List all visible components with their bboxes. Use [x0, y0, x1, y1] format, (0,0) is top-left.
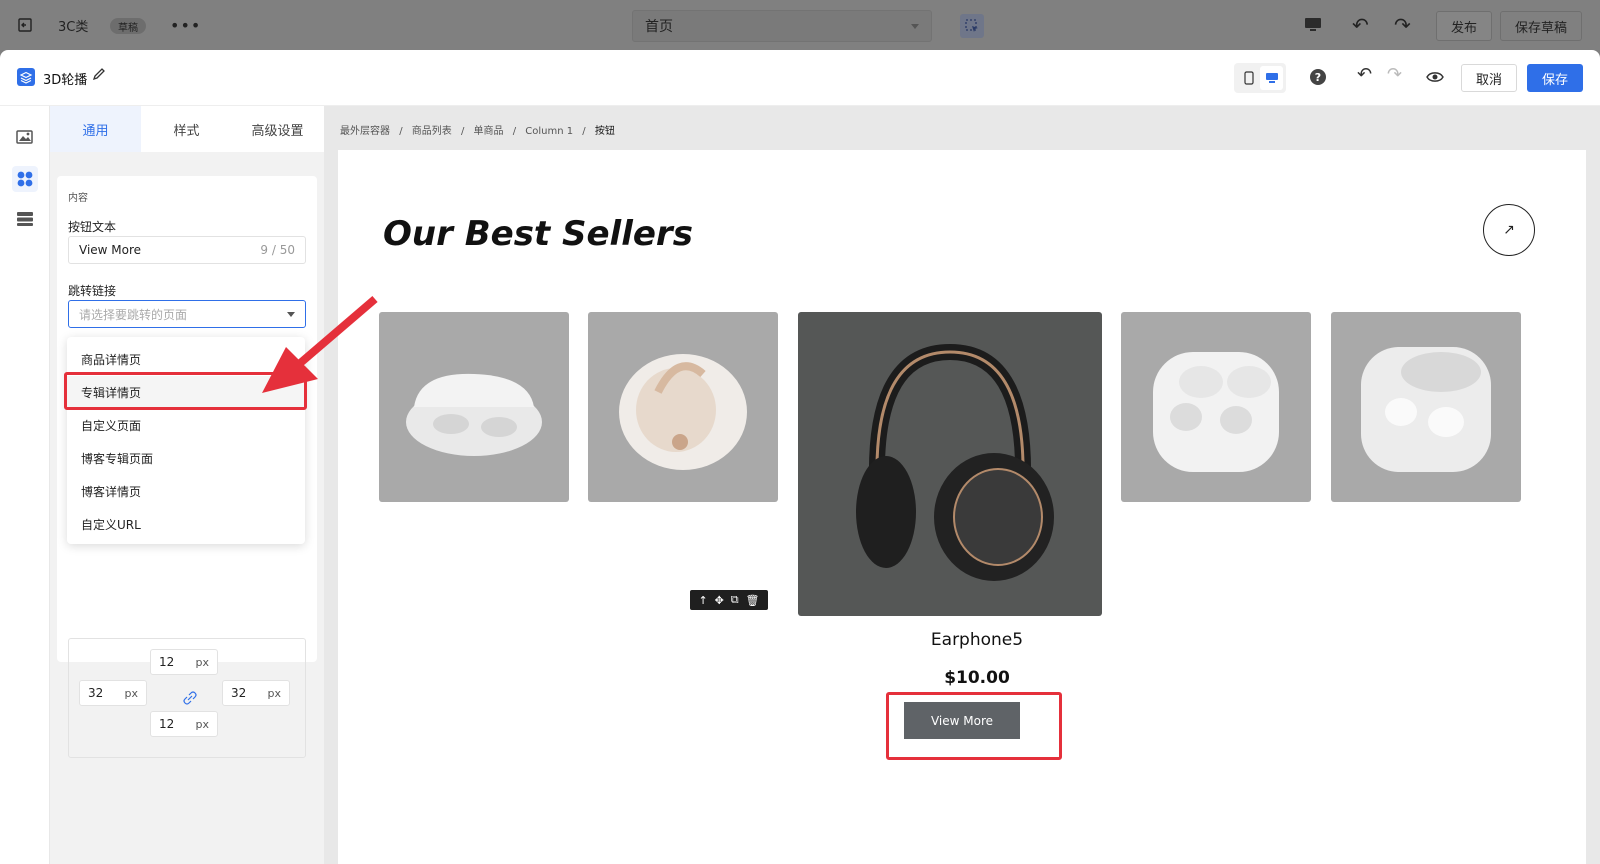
device-switch [1234, 63, 1286, 93]
edit-pencil-icon[interactable] [92, 67, 106, 83]
breadcrumb-item[interactable]: 最外层容器 [340, 126, 390, 137]
product-image[interactable] [588, 312, 778, 502]
element-toolbar: ↑ ✥ ⧉ 🗑 [690, 590, 768, 610]
preview-eye-icon[interactable] [1426, 70, 1444, 84]
draft-badge: 草稿 [110, 18, 146, 34]
chevron-down-icon [911, 23, 919, 29]
publish-button[interactable]: 发布 [1436, 11, 1493, 41]
tab-advanced[interactable]: 高级设置 [232, 106, 323, 152]
undo-icon[interactable]: ↶ [1352, 0, 1369, 50]
padding-right-value: 32 [231, 686, 247, 700]
char-count: 9 / 50 [260, 243, 295, 257]
save-draft-button[interactable]: 保存草稿 [1500, 11, 1583, 41]
project-name: 3C类 [58, 19, 89, 35]
dropdown-option-blog-detail[interactable]: 博客详情页 [67, 475, 305, 508]
redo-icon[interactable]: ↷ [1387, 64, 1402, 85]
layers-icon [17, 68, 35, 86]
padding-top-input[interactable]: 12 px [150, 649, 218, 675]
dropdown-option-blog-album[interactable]: 博客专辑页面 [67, 442, 305, 475]
link-label: 跳转链接 [68, 284, 117, 298]
padding-editor: 12 px 32 px 32 px 12 px [68, 638, 306, 758]
button-text-label: 按钮文本 [68, 220, 117, 234]
breadcrumb: 最外层容器 / 商品列表 / 单商品 / Column 1 / 按钮 [340, 122, 615, 137]
image-icon[interactable] [12, 124, 38, 150]
monitor-icon[interactable] [1304, 0, 1322, 50]
arrow-up-icon[interactable]: ↑ [698, 594, 707, 607]
breadcrumb-separator: / [460, 126, 465, 137]
desktop-view-icon[interactable] [1260, 66, 1283, 90]
product-image[interactable] [1121, 312, 1311, 502]
tab-style[interactable]: 样式 [141, 106, 232, 152]
padding-bottom-input[interactable]: 12 px [150, 711, 218, 737]
breadcrumb-item[interactable]: 商品列表 [412, 126, 452, 137]
product-price[interactable]: $10.00 [822, 668, 1132, 688]
dropdown-option-custom-page[interactable]: 自定义页面 [67, 409, 305, 442]
unit-label: px [195, 655, 210, 669]
component-title: 3D轮播 [43, 73, 88, 88]
product-image[interactable] [379, 312, 569, 502]
breadcrumb-item[interactable]: Column 1 [525, 126, 573, 137]
page-select-value: 首页 [645, 19, 673, 35]
product-title[interactable]: Earphone5 [822, 630, 1132, 650]
unit-label: px [195, 717, 210, 731]
copy-icon[interactable]: ⧉ [731, 593, 739, 607]
padding-bottom-value: 12 [159, 717, 175, 731]
breadcrumb-current: 按钮 [594, 126, 615, 137]
layers-list-icon[interactable] [12, 206, 38, 232]
exit-icon[interactable] [17, 0, 37, 50]
sidebar-rail [0, 106, 50, 864]
editor-header: 3D轮播 ? ↶ ↷ 取消 保存 [0, 50, 1600, 106]
product-image[interactable] [1331, 312, 1521, 502]
help-icon[interactable]: ? [1310, 69, 1326, 85]
product-image-featured[interactable] [798, 312, 1102, 616]
tab-general[interactable]: 通用 [50, 106, 141, 152]
red-arrow-annotation [262, 295, 378, 393]
page-select[interactable]: 首页 [632, 10, 932, 42]
select-element-icon[interactable] [960, 14, 984, 38]
unit-label: px [267, 686, 282, 700]
padding-left-input[interactable]: 32 px [79, 680, 147, 706]
padding-top-value: 12 [159, 655, 175, 669]
page-preview: Our Best Sellers ↗ ↑ ✥ ⧉ 🗑 Earphone5 $10… [338, 150, 1586, 864]
section-label: 内容 [68, 193, 88, 204]
cancel-button[interactable]: 取消 [1461, 64, 1517, 92]
breadcrumb-separator: / [512, 126, 517, 137]
undo-icon[interactable]: ↶ [1357, 64, 1372, 85]
redo-icon[interactable]: ↷ [1394, 0, 1411, 50]
more-menu-icon[interactable]: ••• [170, 0, 201, 50]
canvas-area: 最外层容器 / 商品列表 / 单商品 / Column 1 / 按钮 Our B… [324, 106, 1600, 864]
breadcrumb-separator: / [399, 126, 403, 137]
save-button[interactable]: 保存 [1527, 64, 1583, 92]
button-text-input[interactable]: View More 9 / 50 [68, 236, 306, 264]
section-heading[interactable]: Our Best Sellers [383, 214, 693, 254]
breadcrumb-separator: / [582, 126, 586, 137]
mobile-view-icon[interactable] [1237, 66, 1260, 90]
components-icon[interactable] [12, 166, 38, 192]
button-text-value: View More [79, 243, 142, 257]
padding-right-input[interactable]: 32 px [222, 680, 290, 706]
link-chain-icon[interactable] [183, 691, 197, 705]
trash-icon[interactable]: 🗑 [746, 594, 760, 607]
link-placeholder: 请选择要跳转的页面 [79, 307, 188, 322]
top-bar: 3C类 草稿 ••• 首页 ↶ ↷ 发布 保存草稿 [0, 0, 1600, 50]
move-icon[interactable]: ✥ [715, 594, 724, 607]
button-highlight-box [886, 692, 1062, 760]
arrow-up-right-icon[interactable]: ↗ [1483, 204, 1535, 256]
settings-tabs: 通用 样式 高级设置 [50, 106, 324, 152]
unit-label: px [124, 686, 139, 700]
breadcrumb-item[interactable]: 单商品 [474, 126, 504, 137]
dropdown-option-custom-url[interactable]: 自定义URL [67, 508, 305, 541]
padding-left-value: 32 [88, 686, 104, 700]
